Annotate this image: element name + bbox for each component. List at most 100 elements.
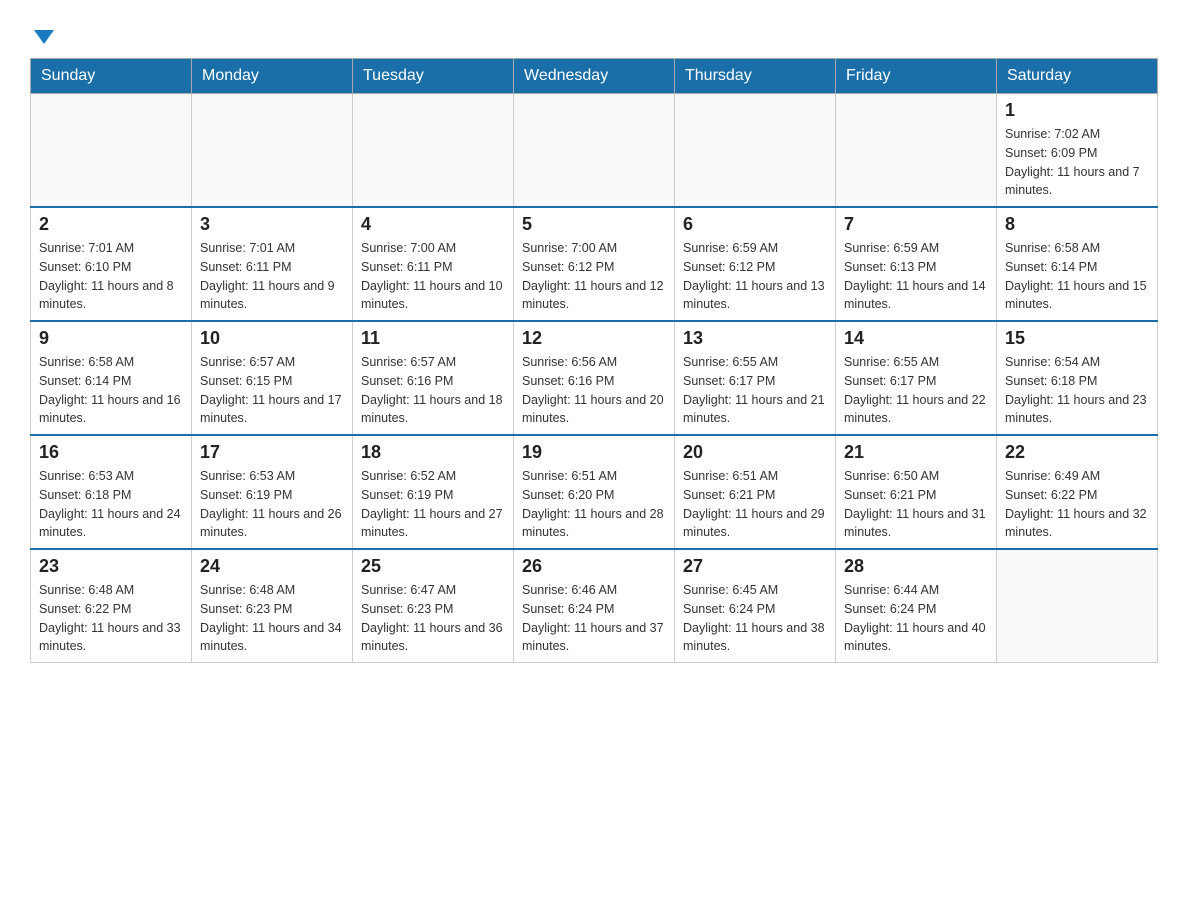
day-header-saturday: Saturday (997, 59, 1158, 94)
logo (30, 20, 54, 48)
day-number: 20 (683, 442, 827, 463)
day-number: 11 (361, 328, 505, 349)
calendar-cell: 3Sunrise: 7:01 AMSunset: 6:11 PMDaylight… (192, 207, 353, 321)
day-number: 19 (522, 442, 666, 463)
calendar-table: SundayMondayTuesdayWednesdayThursdayFrid… (30, 58, 1158, 663)
day-number: 27 (683, 556, 827, 577)
day-number: 17 (200, 442, 344, 463)
day-info: Sunrise: 6:49 AMSunset: 6:22 PMDaylight:… (1005, 467, 1149, 542)
day-header-thursday: Thursday (675, 59, 836, 94)
day-info: Sunrise: 7:01 AMSunset: 6:10 PMDaylight:… (39, 239, 183, 314)
day-info: Sunrise: 6:58 AMSunset: 6:14 PMDaylight:… (39, 353, 183, 428)
day-number: 9 (39, 328, 183, 349)
calendar-cell: 5 Sunrise: 7:00 AMSunset: 6:12 PMDaylight… (514, 207, 675, 321)
calendar-cell (31, 94, 192, 208)
calendar-cell: 6 Sunrise: 6:59 AMSunset: 6:12 PMDaylight… (675, 207, 836, 321)
day-info: Sunrise: 6:59 AMSunset: 6:12 PMDaylight:… (683, 239, 827, 314)
day-number: 6 (683, 214, 827, 235)
calendar-cell: 26 Sunrise: 6:46 AMSunset: 6:24 PMDayligh… (514, 549, 675, 663)
day-info: Sunrise: 6:55 AMSunset: 6:17 PMDaylight:… (844, 353, 988, 428)
calendar-cell: 13 Sunrise: 6:55 AMSunset: 6:17 PMDayligh… (675, 321, 836, 435)
calendar-cell (353, 94, 514, 208)
day-number: 14 (844, 328, 988, 349)
calendar-body: 1 Sunrise: 7:02 AMSunset: 6:09 PMDaylight… (31, 94, 1158, 663)
day-header-tuesday: Tuesday (353, 59, 514, 94)
day-number: 2 (39, 214, 183, 235)
calendar-cell: 24 Sunrise: 6:48 AMSunset: 6:23 PMDayligh… (192, 549, 353, 663)
day-info: Sunrise: 6:56 AMSunset: 6:16 PMDaylight:… (522, 353, 666, 428)
day-info: Sunrise: 6:55 AMSunset: 6:17 PMDaylight:… (683, 353, 827, 428)
calendar-cell: 9 Sunrise: 6:58 AMSunset: 6:14 PMDaylight… (31, 321, 192, 435)
calendar-cell: 15Sunrise: 6:54 AMSunset: 6:18 PMDayligh… (997, 321, 1158, 435)
calendar-cell (675, 94, 836, 208)
day-info: Sunrise: 6:57 AMSunset: 6:16 PMDaylight:… (361, 353, 505, 428)
calendar-cell: 23Sunrise: 6:48 AMSunset: 6:22 PMDayligh… (31, 549, 192, 663)
day-number: 16 (39, 442, 183, 463)
day-header-friday: Friday (836, 59, 997, 94)
calendar-cell: 8 Sunrise: 6:58 AMSunset: 6:14 PMDaylight… (997, 207, 1158, 321)
calendar-cell (997, 549, 1158, 663)
day-info: Sunrise: 6:48 AMSunset: 6:23 PMDaylight:… (200, 581, 344, 656)
calendar-cell: 7 Sunrise: 6:59 AMSunset: 6:13 PMDaylight… (836, 207, 997, 321)
day-info: Sunrise: 6:54 AMSunset: 6:18 PMDaylight:… (1005, 353, 1149, 428)
calendar-week-row: 9 Sunrise: 6:58 AMSunset: 6:14 PMDaylight… (31, 321, 1158, 435)
day-number: 4 (361, 214, 505, 235)
calendar-header: SundayMondayTuesdayWednesdayThursdayFrid… (31, 59, 1158, 94)
day-number: 12 (522, 328, 666, 349)
calendar-cell: 28 Sunrise: 6:44 AMSunset: 6:24 PMDayligh… (836, 549, 997, 663)
logo-triangle-icon (34, 30, 54, 44)
day-number: 8 (1005, 214, 1149, 235)
day-info: Sunrise: 7:00 AMSunset: 6:12 PMDaylight:… (522, 239, 666, 314)
day-number: 7 (844, 214, 988, 235)
calendar-cell: 21 Sunrise: 6:50 AMSunset: 6:21 PMDayligh… (836, 435, 997, 549)
day-number: 5 (522, 214, 666, 235)
day-number: 28 (844, 556, 988, 577)
day-info: Sunrise: 6:58 AMSunset: 6:14 PMDaylight:… (1005, 239, 1149, 314)
page-header (30, 20, 1158, 48)
day-number: 3 (200, 214, 344, 235)
day-info: Sunrise: 6:44 AMSunset: 6:24 PMDaylight:… (844, 581, 988, 656)
calendar-week-row: 2 Sunrise: 7:01 AMSunset: 6:10 PMDaylight… (31, 207, 1158, 321)
day-number: 18 (361, 442, 505, 463)
day-info: Sunrise: 6:52 AMSunset: 6:19 PMDaylight:… (361, 467, 505, 542)
day-number: 25 (361, 556, 505, 577)
calendar-cell: 25 Sunrise: 6:47 AMSunset: 6:23 PMDayligh… (353, 549, 514, 663)
logo-top (30, 20, 54, 48)
calendar-cell (836, 94, 997, 208)
calendar-cell: 4 Sunrise: 7:00 AMSunset: 6:11 PMDaylight… (353, 207, 514, 321)
day-number: 21 (844, 442, 988, 463)
calendar-cell: 11 Sunrise: 6:57 AMSunset: 6:16 PMDayligh… (353, 321, 514, 435)
calendar-cell: 16 Sunrise: 6:53 AMSunset: 6:18 PMDayligh… (31, 435, 192, 549)
calendar-cell: 27 Sunrise: 6:45 AMSunset: 6:24 PMDayligh… (675, 549, 836, 663)
calendar-week-row: 16 Sunrise: 6:53 AMSunset: 6:18 PMDayligh… (31, 435, 1158, 549)
day-header-sunday: Sunday (31, 59, 192, 94)
calendar-cell (514, 94, 675, 208)
day-number: 10 (200, 328, 344, 349)
day-info: Sunrise: 6:45 AMSunset: 6:24 PMDaylight:… (683, 581, 827, 656)
calendar-cell (192, 94, 353, 208)
day-info: Sunrise: 7:02 AMSunset: 6:09 PMDaylight:… (1005, 125, 1149, 200)
day-header-wednesday: Wednesday (514, 59, 675, 94)
day-info: Sunrise: 6:47 AMSunset: 6:23 PMDaylight:… (361, 581, 505, 656)
day-info: Sunrise: 6:53 AMSunset: 6:18 PMDaylight:… (39, 467, 183, 542)
calendar-cell: 1 Sunrise: 7:02 AMSunset: 6:09 PMDaylight… (997, 94, 1158, 208)
calendar-cell: 10 Sunrise: 6:57 AMSunset: 6:15 PMDayligh… (192, 321, 353, 435)
day-info: Sunrise: 7:00 AMSunset: 6:11 PMDaylight:… (361, 239, 505, 314)
calendar-week-row: 23Sunrise: 6:48 AMSunset: 6:22 PMDayligh… (31, 549, 1158, 663)
day-number: 26 (522, 556, 666, 577)
calendar-cell: 14 Sunrise: 6:55 AMSunset: 6:17 PMDayligh… (836, 321, 997, 435)
calendar-cell: 2 Sunrise: 7:01 AMSunset: 6:10 PMDaylight… (31, 207, 192, 321)
day-number: 22 (1005, 442, 1149, 463)
day-info: Sunrise: 6:51 AMSunset: 6:21 PMDaylight:… (683, 467, 827, 542)
day-info: Sunrise: 6:59 AMSunset: 6:13 PMDaylight:… (844, 239, 988, 314)
day-number: 24 (200, 556, 344, 577)
day-info: Sunrise: 6:46 AMSunset: 6:24 PMDaylight:… (522, 581, 666, 656)
calendar-cell: 22 Sunrise: 6:49 AMSunset: 6:22 PMDayligh… (997, 435, 1158, 549)
calendar-cell: 12 Sunrise: 6:56 AMSunset: 6:16 PMDayligh… (514, 321, 675, 435)
day-number: 13 (683, 328, 827, 349)
day-info: Sunrise: 6:50 AMSunset: 6:21 PMDaylight:… (844, 467, 988, 542)
days-of-week-row: SundayMondayTuesdayWednesdayThursdayFrid… (31, 59, 1158, 94)
day-number: 1 (1005, 100, 1149, 121)
day-info: Sunrise: 6:57 AMSunset: 6:15 PMDaylight:… (200, 353, 344, 428)
day-info: Sunrise: 6:48 AMSunset: 6:22 PMDaylight:… (39, 581, 183, 656)
